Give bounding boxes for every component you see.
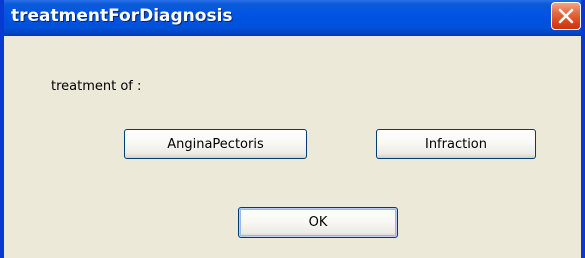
infraction-button[interactable]: Infraction bbox=[376, 129, 536, 159]
angina-pectoris-button[interactable]: AnginaPectoris bbox=[124, 129, 307, 159]
close-button[interactable] bbox=[551, 2, 581, 30]
dialog-window: treatmentForDiagnosis treatment of : Ang… bbox=[0, 0, 585, 258]
close-icon bbox=[558, 8, 574, 24]
title-bar[interactable]: treatmentForDiagnosis bbox=[4, 0, 581, 36]
ok-button[interactable]: OK bbox=[238, 207, 398, 238]
window-title: treatmentForDiagnosis bbox=[11, 6, 233, 26]
treatment-prompt-label: treatment of : bbox=[51, 79, 142, 94]
